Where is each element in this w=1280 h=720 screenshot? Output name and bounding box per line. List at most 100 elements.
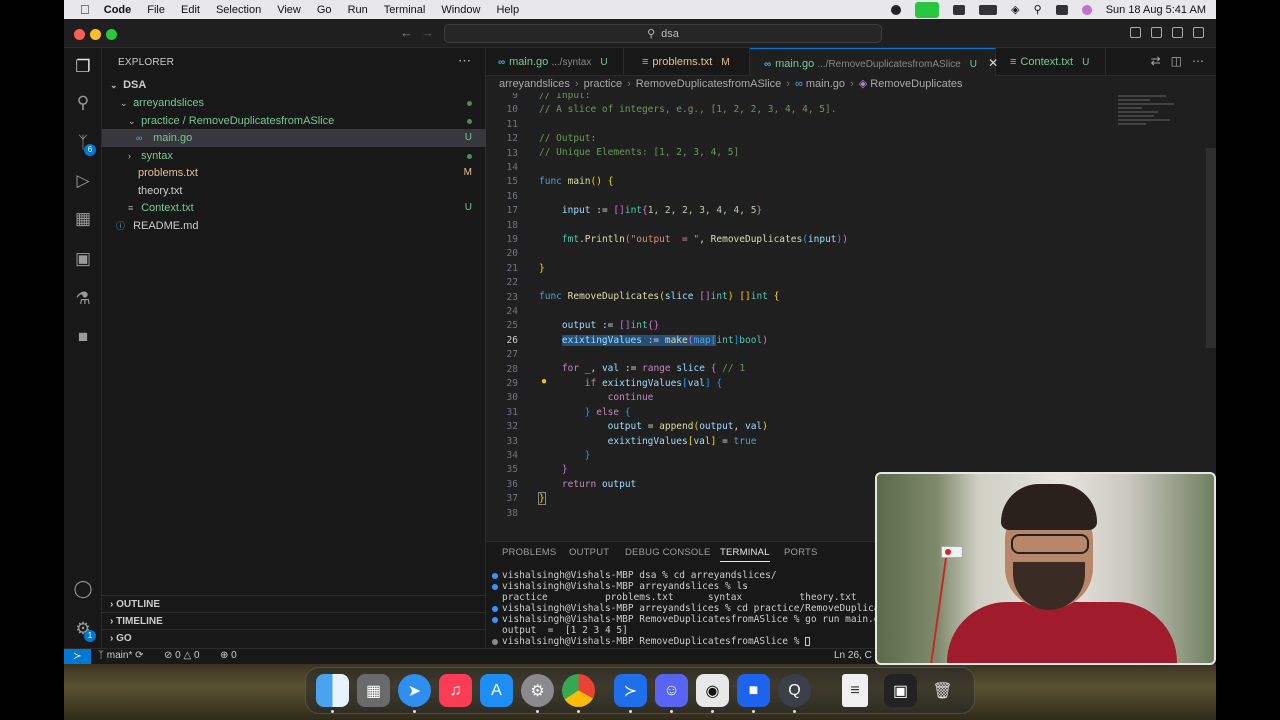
- compare-icon[interactable]: ⇄: [1151, 54, 1161, 68]
- remote-explorer-icon[interactable]: ▣: [72, 248, 94, 270]
- control-icon[interactable]: [953, 4, 966, 15]
- menu-window[interactable]: Window: [433, 4, 488, 16]
- menu-terminal[interactable]: Terminal: [376, 4, 434, 16]
- tab-context-txt[interactable]: ≡ Context.txt U: [996, 48, 1106, 76]
- clock[interactable]: Sun 18 Aug 5:41 AM: [1106, 4, 1206, 16]
- tab-status: U: [969, 59, 978, 70]
- file-theory-txt[interactable]: theory.txt: [102, 182, 486, 200]
- crumb-file[interactable]: main.go: [806, 78, 845, 90]
- editor-scrollbar[interactable]: [1206, 148, 1216, 348]
- apple-icon[interactable]: : [64, 2, 96, 17]
- docker-icon[interactable]: ■: [72, 326, 94, 348]
- tab-problems-txt[interactable]: ≡ problems.txt M: [624, 48, 750, 76]
- split-editor-icon[interactable]: ◫: [1171, 54, 1182, 68]
- toggle-sidebar-icon[interactable]: [1130, 27, 1141, 38]
- menu-app[interactable]: Code: [96, 4, 140, 16]
- crumb-folder[interactable]: practice: [584, 78, 623, 90]
- minimap[interactable]: [1118, 93, 1198, 153]
- line-number: 18: [506, 219, 518, 231]
- minimize-window-button[interactable]: [90, 29, 101, 40]
- menu-help[interactable]: Help: [488, 4, 527, 16]
- tab-status: U: [600, 57, 608, 68]
- toggle-panel-icon[interactable]: [1151, 27, 1162, 38]
- back-arrow-icon[interactable]: ←: [400, 25, 413, 40]
- menu-file[interactable]: File: [139, 4, 173, 16]
- folder-syntax[interactable]: › syntax: [102, 147, 486, 165]
- file-readme-md[interactable]: ⓘ README.md: [102, 217, 486, 235]
- crumb-symbol[interactable]: RemoveDuplicates: [870, 78, 962, 90]
- branch-status[interactable]: ᛉ main* ⟳: [98, 650, 144, 661]
- file-main-go[interactable]: ∞ main.go U: [102, 129, 486, 147]
- search-view-icon[interactable]: ⚲: [72, 92, 94, 114]
- chrome-icon[interactable]: [562, 674, 595, 707]
- extensions-icon[interactable]: ▦: [72, 208, 94, 230]
- panel-tab-debug-console[interactable]: DEBUG CONSOLE: [625, 547, 710, 558]
- modified-dot: [467, 119, 472, 124]
- account-icon[interactable]: ◯: [72, 578, 94, 600]
- siri-icon[interactable]: [1081, 4, 1092, 15]
- control-center-icon[interactable]: [1055, 4, 1068, 15]
- folder-root[interactable]: ⌄ DSA: [102, 76, 486, 94]
- menu-go[interactable]: Go: [309, 4, 340, 16]
- panel-tab-problems[interactable]: PROBLEMS: [502, 547, 556, 558]
- folder-practice[interactable]: ⌄ practice / RemoveDuplicatesfromASlice: [102, 112, 486, 130]
- zoom-window-button[interactable]: [106, 29, 117, 40]
- panel-tab-output[interactable]: OUTPUT: [569, 547, 609, 558]
- terminal-prompt[interactable]: vishalsingh@Vishals-MBP RemoveDuplicates…: [492, 636, 811, 647]
- discord-icon[interactable]: ☺: [655, 674, 688, 707]
- line-number: 26: [506, 334, 518, 346]
- run-debug-icon[interactable]: ▷: [72, 170, 94, 192]
- file-label: problems.txt: [138, 167, 198, 179]
- code-editor[interactable]: 9 10 11 12 13 14 15 16 17 18 19 20 21 22 23 24 25 26 27 28 2…: [486, 93, 1216, 533]
- menu-edit[interactable]: Edit: [173, 4, 208, 16]
- panel-tab-terminal[interactable]: TERMINAL: [720, 547, 770, 562]
- launchpad-icon[interactable]: ▦: [357, 674, 390, 707]
- ports-status[interactable]: ⊕ 0: [220, 650, 237, 661]
- finder-icon[interactable]: [316, 674, 349, 707]
- terminal-line: vishalsingh@Vishals-MBP RemoveDuplicates…: [492, 614, 885, 625]
- quicktime-icon[interactable]: Q: [778, 674, 811, 707]
- remote-indicator-icon[interactable]: ≻: [64, 649, 91, 665]
- spotlight-icon[interactable]: ⚲: [1034, 3, 1042, 16]
- trash-icon[interactable]: 🗑: [926, 674, 959, 707]
- panel-tab-ports[interactable]: PORTS: [784, 547, 818, 558]
- battery-icon[interactable]: [979, 4, 998, 15]
- menu-view[interactable]: View: [269, 4, 309, 16]
- safari-icon[interactable]: ➤: [398, 674, 431, 707]
- file-problems-txt[interactable]: problems.txt M: [102, 164, 486, 182]
- customize-layout-icon[interactable]: [1193, 27, 1204, 38]
- more-actions-icon[interactable]: ⋯: [458, 53, 471, 69]
- outline-section[interactable]: › OUTLINE: [102, 595, 486, 613]
- docker-icon[interactable]: ■: [737, 674, 770, 707]
- system-settings-icon[interactable]: ⚙: [521, 674, 554, 707]
- file-context-txt[interactable]: ≡ Context.txt U: [102, 199, 486, 217]
- record-icon[interactable]: [891, 4, 902, 15]
- facetime-icon[interactable]: [915, 1, 940, 18]
- menu-selection[interactable]: Selection: [208, 4, 269, 16]
- problems-status[interactable]: ⊘ 0 △ 0: [164, 650, 200, 661]
- crumb-folder[interactable]: arreyandslices: [499, 78, 570, 90]
- wifi-icon[interactable]: ◈: [1011, 3, 1019, 16]
- tab-status: U: [1082, 57, 1090, 68]
- music-icon[interactable]: ♫: [439, 674, 472, 707]
- go-section[interactable]: › GO: [102, 629, 486, 647]
- app-store-icon[interactable]: A: [480, 674, 513, 707]
- tab-main-go-syntax[interactable]: ∞ main.go .../syntax U: [486, 48, 624, 76]
- folder-arreyandslices[interactable]: ⌄ arreyandslices: [102, 94, 486, 112]
- more-icon[interactable]: ⋯: [1192, 54, 1204, 68]
- forward-arrow-icon[interactable]: →: [421, 25, 434, 40]
- cursor-position[interactable]: Ln 26, C: [834, 650, 872, 661]
- testing-icon[interactable]: ⚗: [72, 288, 94, 310]
- gimp-icon[interactable]: ◉: [696, 674, 729, 707]
- explorer-icon[interactable]: ❐: [72, 56, 94, 78]
- document-icon[interactable]: ≡: [842, 674, 868, 707]
- timeline-section[interactable]: › TIMELINE: [102, 612, 486, 630]
- vscode-icon[interactable]: ≻: [614, 674, 647, 707]
- command-center[interactable]: ⚲ dsa: [444, 24, 882, 43]
- toggle-secondary-sidebar-icon[interactable]: [1172, 27, 1183, 38]
- crumb-folder[interactable]: RemoveDuplicatesfromASlice: [636, 78, 782, 90]
- menu-run[interactable]: Run: [340, 4, 376, 16]
- window-thumbnail-icon[interactable]: ▣: [884, 674, 917, 707]
- close-window-button[interactable]: [74, 29, 85, 40]
- tab-main-go-active[interactable]: ∞ main.go .../RemoveDuplicatesfromASlice …: [750, 48, 998, 76]
